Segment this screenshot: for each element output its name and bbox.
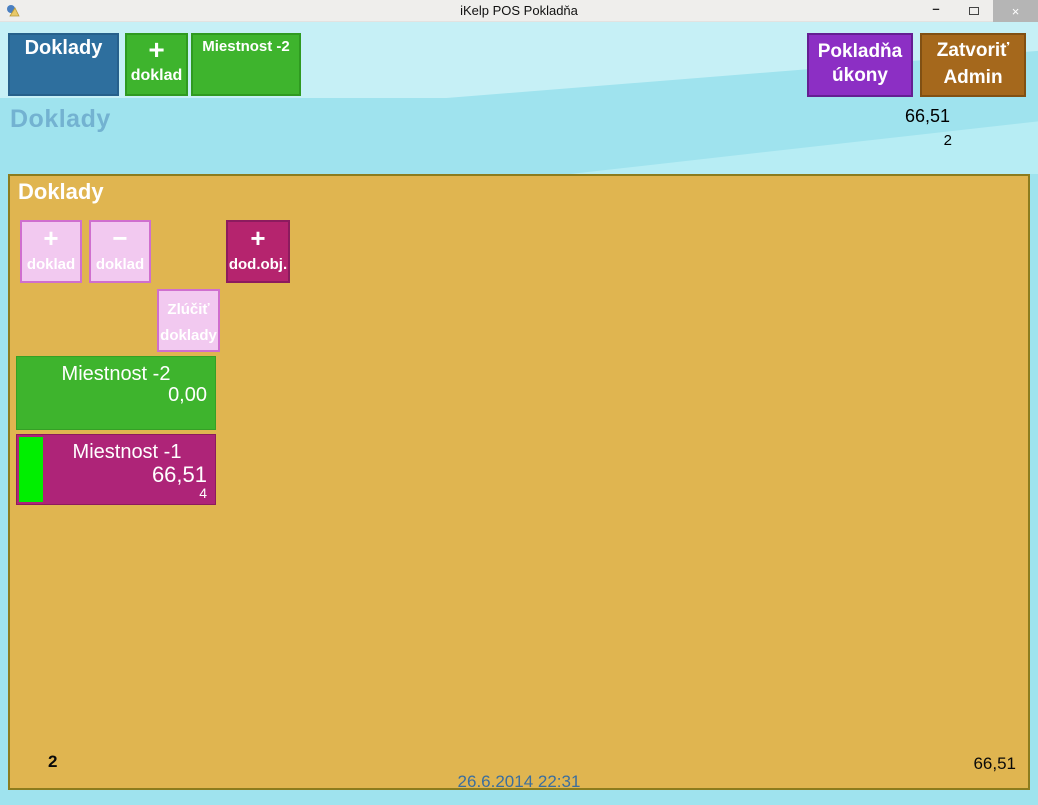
footer-document-count: 2 [48, 752, 57, 772]
minus-icon: − [91, 226, 149, 250]
minimize-button[interactable]: – [917, 0, 955, 22]
room-amount: 0,00 [17, 384, 215, 407]
header-totals: 66,51 2 [905, 106, 950, 149]
maximize-button[interactable] [955, 0, 993, 22]
app-icon [6, 4, 20, 17]
room-status-stripe [19, 437, 43, 502]
remove-doklad-label: doklad [91, 256, 149, 273]
room-name: Miestnost -1 [17, 441, 215, 464]
toolbar-pokladna-ukony-button[interactable]: Pokladňa úkony [807, 33, 913, 97]
add-dod-obj-label: dod.obj. [228, 256, 288, 273]
merge-doklady-button[interactable]: Zlúčiť doklady [157, 289, 220, 352]
header-document-count: 2 [905, 132, 952, 149]
header-diagonal-sheen [570, 118, 1038, 174]
close-button[interactable]: × [993, 0, 1038, 22]
window-title: iKelp POS Pokladňa [0, 3, 1038, 18]
remove-doklad-button[interactable]: − doklad [89, 220, 151, 283]
header-total-amount: 66,51 [905, 106, 950, 127]
toolbar-doklady-button[interactable]: Doklady [8, 33, 119, 96]
merge-line1: Zlúčiť [167, 301, 209, 318]
footer-datetime: 26.6.2014 22:31 [10, 772, 1028, 792]
toolbar-add-doklad-button[interactable]: + doklad [125, 33, 188, 96]
pokladna-ukony-line1: Pokladňa [818, 41, 902, 62]
room-name: Miestnost -2 [17, 363, 215, 386]
room-panel-miestnost-2[interactable]: Miestnost -2 0,00 [16, 356, 216, 430]
pokladna-ukony-line2: úkony [832, 65, 888, 86]
zatvorit-line1: Zatvoriť [937, 40, 1009, 61]
add-dod-obj-button[interactable]: + dod.obj. [226, 220, 290, 283]
header-section-title: Doklady [10, 105, 111, 134]
footer-total-amount: 66,51 [973, 754, 1016, 774]
maximize-icon [969, 7, 979, 15]
panel-title: Doklady [18, 179, 104, 205]
toolbar-miestnost-button[interactable]: Miestnost -2 [191, 33, 301, 96]
plus-icon: + [22, 226, 80, 250]
room-panel-miestnost-1[interactable]: Miestnost -1 66,51 4 [16, 434, 216, 505]
plus-icon: + [127, 37, 186, 63]
add-doklad-button[interactable]: + doklad [20, 220, 82, 283]
add-doklad-label: doklad [22, 256, 80, 273]
zatvorit-line2: Admin [943, 67, 1002, 88]
documents-panel: Doklady + doklad − doklad + dod.obj. Zlú… [8, 174, 1030, 790]
add-doklad-label: doklad [127, 67, 186, 85]
plus-icon: + [228, 226, 288, 250]
window-titlebar: iKelp POS Pokladňa – × [0, 0, 1038, 22]
window-controls: – × [917, 0, 1038, 22]
merge-line2: doklady [160, 327, 217, 344]
toolbar-zatvorit-admin-button[interactable]: Zatvoriť Admin [920, 33, 1026, 97]
